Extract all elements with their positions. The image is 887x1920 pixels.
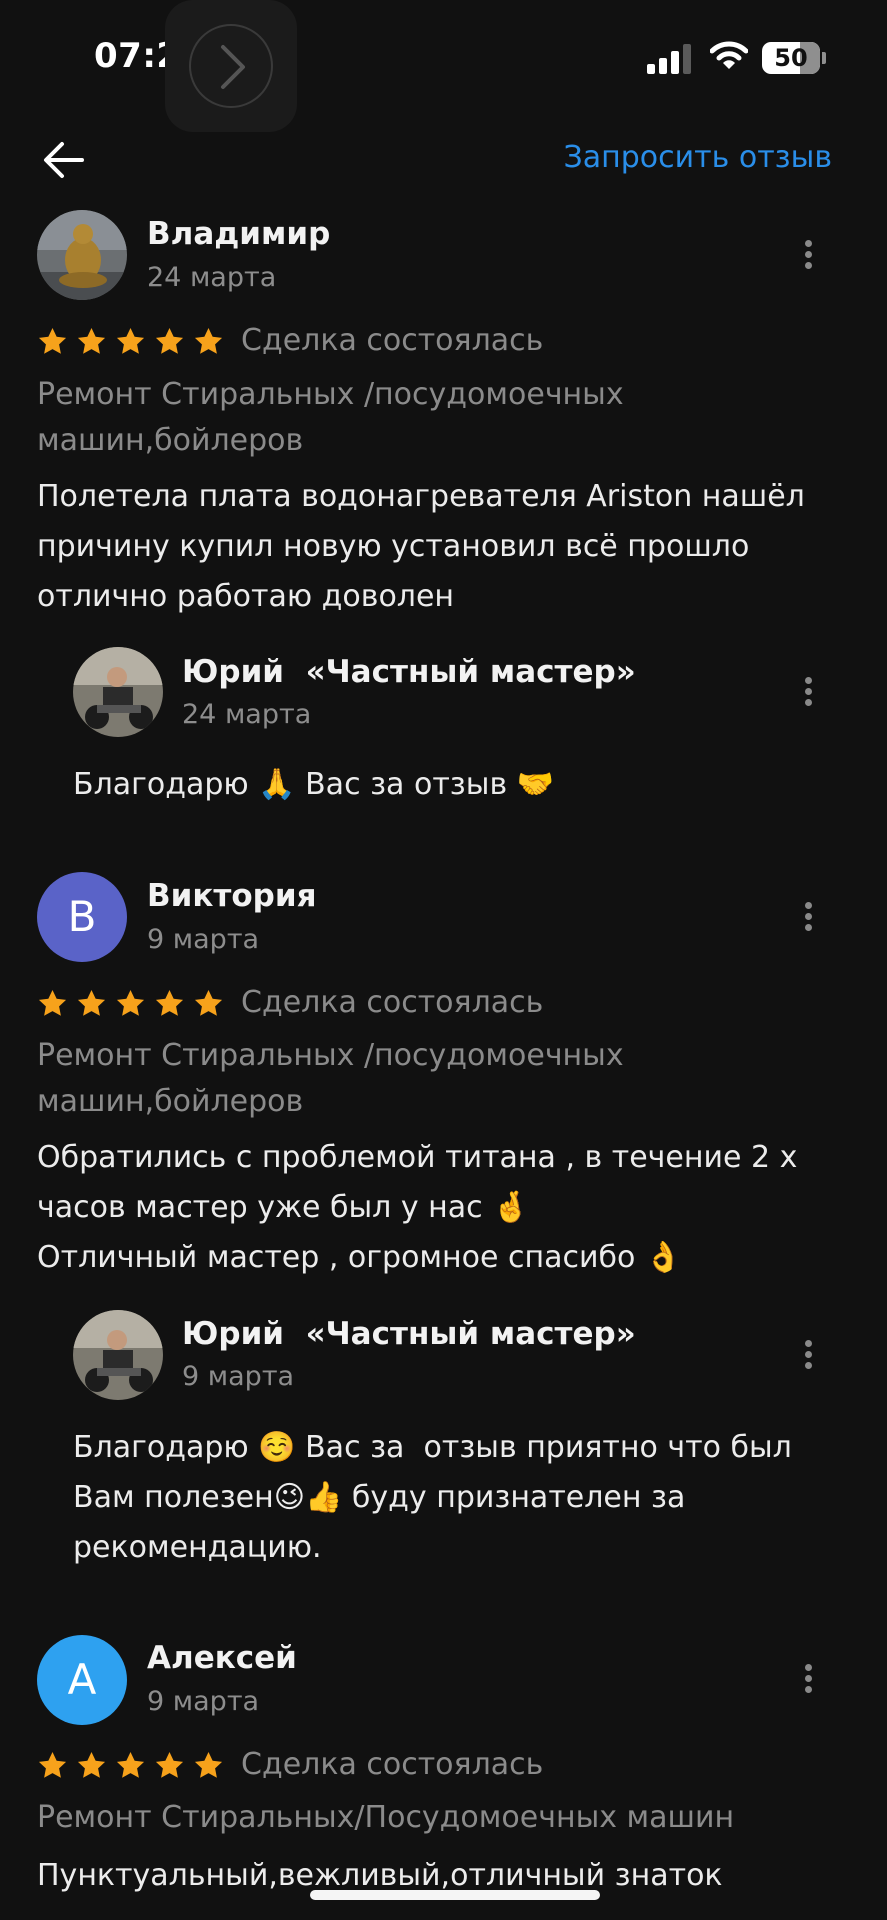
star-icon bbox=[155, 327, 184, 354]
review-author: Виктория bbox=[147, 878, 317, 914]
avatar[interactable]: В bbox=[37, 872, 127, 962]
rating-stars bbox=[37, 1750, 224, 1790]
top-bar: Запросить отзыв bbox=[0, 120, 887, 200]
reply-avatar[interactable] bbox=[73, 1310, 163, 1400]
star-icon bbox=[155, 989, 184, 1016]
star-icon bbox=[38, 1751, 67, 1778]
battery-icon: 50 bbox=[762, 42, 820, 74]
rating-stars bbox=[37, 988, 224, 1028]
star-icon bbox=[194, 327, 223, 354]
star-icon bbox=[194, 989, 223, 1016]
star-icon bbox=[194, 1751, 223, 1778]
reply-author: Юрий «Частный мастер» bbox=[182, 1316, 636, 1352]
deal-status: Сделка состоялась bbox=[241, 323, 544, 358]
review-author: Алексей bbox=[147, 1640, 297, 1676]
star-icon bbox=[77, 327, 106, 354]
star-icon bbox=[116, 1751, 145, 1778]
star-icon bbox=[77, 1751, 106, 1778]
signal-icon bbox=[647, 44, 693, 74]
deal-status: Сделка состоялась bbox=[241, 985, 544, 1020]
reply-date: 9 марта bbox=[182, 1361, 295, 1392]
service-name: Ремонт Стиральных/Посудомоечных машин bbox=[37, 1800, 735, 1835]
review-date: 24 марта bbox=[147, 262, 277, 293]
star-icon bbox=[155, 1751, 184, 1778]
pip-overlay[interactable] bbox=[165, 0, 297, 132]
star-icon bbox=[116, 327, 145, 354]
forward-chevron-icon[interactable] bbox=[189, 24, 273, 108]
reply-more-options-button[interactable] bbox=[796, 673, 820, 713]
back-button[interactable] bbox=[38, 134, 90, 186]
reply-date: 24 марта bbox=[182, 699, 312, 730]
review-text: Обратились с проблемой титана , в течени… bbox=[37, 1140, 798, 1275]
reply-more-options-button[interactable] bbox=[796, 1336, 820, 1376]
star-icon bbox=[116, 989, 145, 1016]
star-icon bbox=[38, 989, 67, 1016]
home-indicator[interactable] bbox=[310, 1890, 600, 1900]
arrow-left-icon bbox=[44, 142, 84, 178]
star-icon bbox=[77, 989, 106, 1016]
reply-avatar[interactable] bbox=[73, 647, 163, 737]
wifi-icon bbox=[710, 41, 748, 69]
more-options-button[interactable] bbox=[796, 1660, 820, 1700]
avatar[interactable] bbox=[37, 210, 127, 300]
deal-status: Сделка состоялась bbox=[241, 1747, 544, 1782]
reply-author: Юрий «Частный мастер» bbox=[182, 654, 636, 690]
request-review-button[interactable]: Запросить отзыв bbox=[564, 140, 832, 175]
avatar[interactable]: А bbox=[37, 1635, 127, 1725]
star-icon bbox=[38, 327, 67, 354]
rating-stars bbox=[37, 326, 224, 366]
service-name: Ремонт Стиральных /посудомоечных машин,б… bbox=[37, 377, 624, 458]
review-text: Полетела плата водонагревателя Ariston н… bbox=[37, 479, 805, 614]
reply-text: Благодарю 🙏 Вас за отзыв 🤝 bbox=[73, 767, 555, 802]
more-options-button[interactable] bbox=[796, 898, 820, 938]
review-author: Владимир bbox=[147, 216, 331, 252]
reply-text: Благодарю ☺️ Вас за отзыв приятно что бы… bbox=[73, 1430, 802, 1565]
status-bar: 07:25 50 bbox=[0, 0, 887, 132]
service-name: Ремонт Стиральных /посудомоечных машин,б… bbox=[37, 1038, 624, 1119]
review-date: 9 марта bbox=[147, 924, 260, 955]
battery-level: 50 bbox=[774, 44, 808, 72]
more-options-button[interactable] bbox=[796, 236, 820, 276]
review-date: 9 марта bbox=[147, 1686, 260, 1717]
